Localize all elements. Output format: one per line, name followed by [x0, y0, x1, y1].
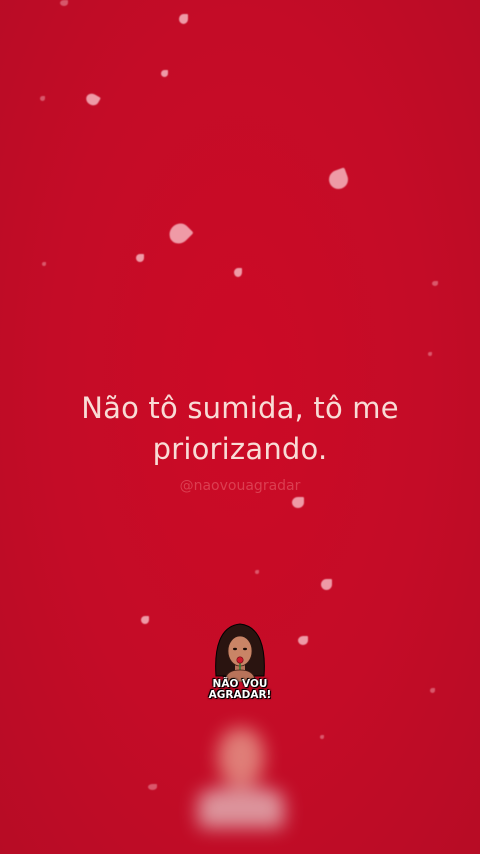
blurred-presenter-body [198, 788, 284, 828]
petal-decoration [165, 219, 194, 248]
petal-decoration [320, 735, 324, 739]
blurred-presenter-head [218, 728, 264, 786]
avatar-illustration-icon [215, 623, 265, 683]
quote-line-1: Não tô sumida, tô me [81, 391, 399, 425]
petal-decoration [42, 262, 46, 266]
petal-decoration [321, 579, 332, 590]
petal-decoration [430, 688, 435, 693]
logo-line-2: AGRADAR! [208, 689, 272, 701]
petal-decoration [136, 254, 144, 262]
petal-decoration [84, 91, 101, 108]
petal-decoration [161, 70, 168, 77]
petal-decoration [234, 268, 242, 277]
petal-decoration [60, 0, 68, 6]
petal-decoration [141, 616, 149, 624]
petal-decoration [292, 497, 304, 508]
petal-decoration [148, 784, 157, 790]
petal-decoration [179, 14, 188, 24]
logo-wordmark: NÃO VOU AGRADAR! [200, 679, 280, 701]
petal-decoration [255, 570, 259, 574]
video-frame: Não tô sumida, tô me priorizando. @naovo… [0, 0, 480, 854]
petal-decoration [326, 167, 351, 192]
petal-decoration [428, 352, 432, 356]
petal-decoration [432, 281, 438, 286]
petal-decoration [40, 96, 45, 101]
blurred-presenter [196, 724, 286, 829]
quote-text: Não tô sumida, tô me priorizando. [40, 388, 440, 470]
petal-decoration [298, 636, 308, 645]
quote-line-2: priorizando. [152, 432, 328, 466]
watermark-handle: @naovouagradar [179, 478, 301, 494]
brand-logo: NÃO VOU AGRADAR! [200, 618, 280, 708]
